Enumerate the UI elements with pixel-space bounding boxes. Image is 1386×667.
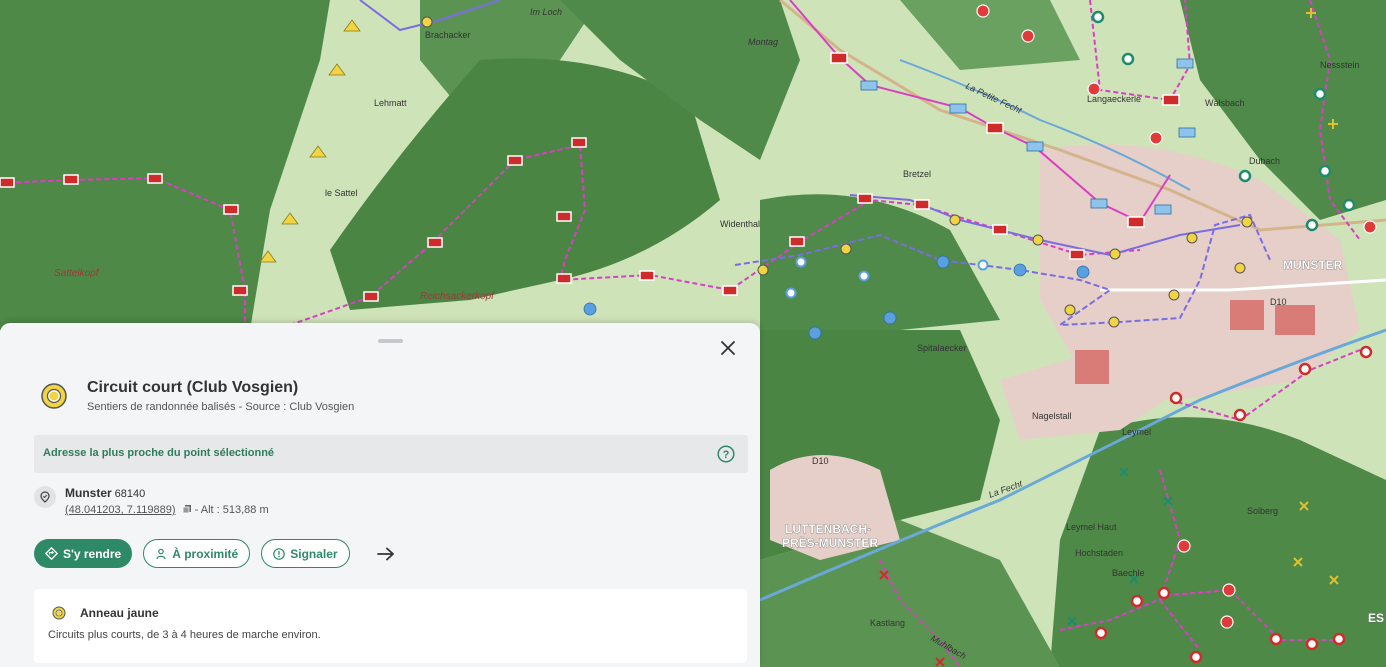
go-there-label: S'y rendre: [63, 546, 122, 561]
map-label-spitalaecker: Spitalaecker: [917, 343, 967, 353]
close-button[interactable]: [716, 336, 740, 360]
alert-icon: [273, 547, 286, 560]
map-label-luttenbach-1: LUTTENBACH-: [785, 522, 871, 536]
map-label-d10b: D10: [812, 456, 829, 466]
more-actions-button[interactable]: [374, 542, 398, 566]
map-label-kastlang: Kastlang: [870, 618, 905, 628]
map-label-solberg: Solberg: [1247, 506, 1278, 516]
location-icon: [34, 486, 56, 508]
nearby-label: À proximité: [172, 546, 239, 561]
map-label-dubach: Dubach: [1249, 156, 1280, 166]
copy-icon[interactable]: [182, 504, 192, 514]
map-label-es: ES: [1368, 611, 1384, 625]
svg-text:?: ?: [723, 449, 730, 461]
map-label-widenthal: Widenthal: [720, 219, 760, 229]
map-label-langaeckerle: Langaeckerle: [1087, 94, 1141, 104]
location-city: Munster: [65, 486, 112, 500]
info-panel: Circuit court (Club Vosgien) Sentiers de…: [0, 323, 760, 667]
map-label-reichsackerkopf: Reichsackerkopf: [420, 291, 495, 302]
address-banner: Adresse la plus proche du point sélectio…: [34, 435, 748, 473]
location-row: Munster 68140 (48.041203, 7.119889) - Alt…: [34, 486, 269, 516]
map-label-luttenbach-2: PRÈS-MUNSTER: [782, 535, 878, 550]
map-label-nessstein: Nessstein: [1320, 60, 1360, 70]
map-label-walsbach: Wälsbach: [1205, 98, 1245, 108]
action-buttons: S'y rendre À proximité Signaler: [34, 539, 398, 568]
map-label-bretzel: Bretzel: [903, 169, 931, 179]
map-label-munster: MUNSTER: [1283, 258, 1343, 272]
map-label-leymel-haut: Leymel Haut: [1066, 522, 1117, 532]
location-altitude: - Alt : 513,88 m: [194, 504, 269, 516]
report-label: Signaler: [290, 546, 338, 561]
address-banner-text: Adresse la plus proche du point sélectio…: [43, 447, 275, 459]
coordinates-link[interactable]: (48.041203, 7.119889): [65, 504, 176, 516]
panel-title: Circuit court (Club Vosgien): [87, 379, 299, 396]
map-label-nagelstall: Nagelstall: [1032, 411, 1072, 421]
report-button[interactable]: Signaler: [261, 539, 350, 568]
panel-subtitle: Sentiers de randonnée balisés - Source :…: [87, 401, 355, 413]
map-label-im-loch: Im Loch: [530, 7, 562, 17]
map-label-d10: D10: [1270, 297, 1287, 307]
nearby-button[interactable]: À proximité: [143, 539, 251, 568]
directions-icon: [45, 547, 58, 560]
map-label-sattelkopf: Sattelkopf: [54, 268, 100, 279]
map-label-sattel: le Sattel: [325, 188, 358, 198]
person-pin-icon: [156, 548, 166, 559]
card-title: Anneau jaune: [80, 606, 159, 620]
yellow-ring-icon: [41, 383, 67, 409]
map-label-brachacker: Brachacker: [425, 30, 471, 40]
description-card: Anneau jaune Circuits plus courts, de 3 …: [34, 589, 747, 663]
help-icon[interactable]: ?: [717, 445, 735, 463]
card-description: Circuits plus courts, de 3 à 4 heures de…: [48, 629, 321, 641]
arrow-right-icon: [376, 547, 394, 560]
map-label-lehmatt: Lehmatt: [374, 98, 407, 108]
map-label-montag: Montag: [748, 37, 778, 47]
yellow-ring-small-icon: [52, 606, 66, 620]
map-label-leymel: Leymel: [1122, 427, 1151, 437]
drag-handle[interactable]: [378, 339, 403, 343]
map-label-baechle: Baechle: [1112, 568, 1145, 578]
close-icon: [721, 341, 735, 355]
go-there-button[interactable]: S'y rendre: [34, 539, 133, 568]
location-zip: 68140: [114, 488, 146, 500]
map-label-hochstaden: Hochstaden: [1075, 548, 1123, 558]
title-row: Circuit court (Club Vosgien) Sentiers de…: [40, 379, 354, 413]
